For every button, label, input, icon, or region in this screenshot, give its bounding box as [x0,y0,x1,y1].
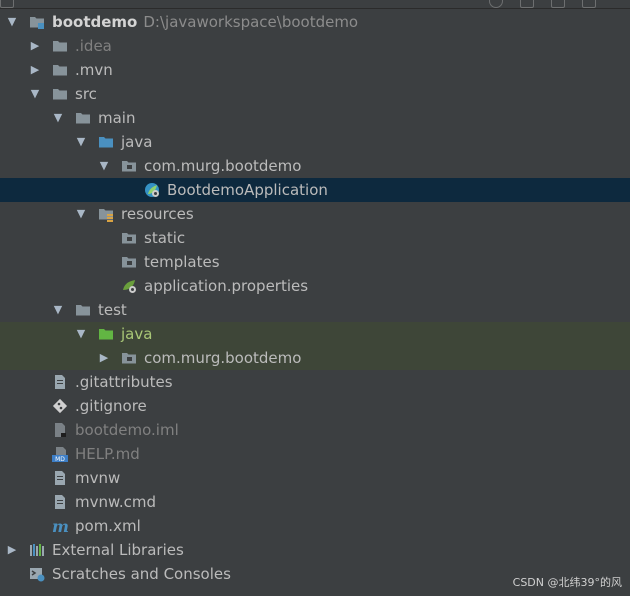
watermark: CSDN @北纬39°的风 [512,576,622,589]
tree-row-label: src [75,85,97,103]
tree-row-label: mvnw.cmd [75,493,157,511]
tree-row-package-main[interactable]: ▼ com.murg.bootdemo [0,154,630,178]
tree-row-label: .idea [75,37,112,55]
tree-row-mvnwcmd[interactable]: mvnw.cmd [0,490,630,514]
tree-row-label: java [121,133,153,151]
expand-arrow-icon[interactable]: ▼ [74,130,88,154]
module-folder-icon [29,14,45,30]
package-icon [121,230,137,246]
tree-row-label: test [98,301,127,319]
tree-row-gitignore[interactable]: .gitignore [0,394,630,418]
project-tree: ▼ bootdemo D:\javaworkspace\bootdemo ▶ .idea… [0,10,630,586]
expand-arrow-icon[interactable]: ▼ [5,10,19,34]
tree-row-java-main[interactable]: ▼ java [0,130,630,154]
package-icon [121,158,137,174]
test-folder-icon [98,326,114,342]
text-file-icon [52,374,68,390]
collapse-icon[interactable] [520,0,534,8]
collapse-arrow-icon[interactable]: ▶ [28,58,42,82]
tree-row-iml[interactable]: bootdemo.iml [0,418,630,442]
tree-row-label: HELP.md [75,445,140,463]
iml-file-icon [52,422,68,438]
resources-folder-icon [98,206,114,222]
text-file-icon [52,494,68,510]
tree-row-label: application.properties [144,277,309,295]
tree-row-label: External Libraries [52,541,184,559]
package-icon [121,254,137,270]
folder-icon [52,86,68,102]
tree-row-label: mvnw [75,469,121,487]
tree-row-label: pom.xml [75,517,141,535]
tree-row-label: .gitignore [75,397,147,415]
libraries-icon [29,542,45,558]
tree-row-label: com.murg.bootdemo [144,157,302,175]
collapse-arrow-icon[interactable]: ▶ [28,34,42,58]
tree-row-app-class[interactable]: BootdemoApplication [0,178,630,202]
settings-icon[interactable] [489,0,503,8]
hide-icon[interactable] [582,0,596,8]
tree-row-templates[interactable]: templates [0,250,630,274]
expand-arrow-icon[interactable]: ▼ [74,322,88,346]
expand-arrow-icon[interactable]: ▼ [28,82,42,106]
tree-row-mvn[interactable]: ▶ .mvn [0,58,630,82]
package-icon [121,350,137,366]
expand-arrow-icon[interactable]: ▼ [74,202,88,226]
spring-config-icon [121,278,137,294]
tree-row-gitattributes[interactable]: .gitattributes [0,370,630,394]
tree-row-src[interactable]: ▼ src [0,82,630,106]
folder-icon [75,110,91,126]
git-icon [52,398,68,414]
folder-icon [52,62,68,78]
tree-row-label: static [144,229,186,247]
folder-icon [75,302,91,318]
tree-row-test[interactable]: ▼ test [0,298,630,322]
text-file-icon [52,470,68,486]
toolbar-button[interactable] [0,0,14,8]
collapse-arrow-icon[interactable]: ▶ [5,538,19,562]
expand-arrow-icon[interactable]: ▼ [51,298,65,322]
project-path: D:\javaworkspace\bootdemo [143,13,359,31]
svg-text:MD: MD [55,456,65,462]
tree-row-resources[interactable]: ▼ resources [0,202,630,226]
tree-row-label: main [98,109,136,127]
tree-row-java-test[interactable]: ▼ java [0,322,630,346]
tree-row-label: resources [121,205,194,223]
tree-row-label: .mvn [75,61,113,79]
tree-row-label: Scratches and Consoles [52,565,231,583]
tree-row-label: java [121,325,153,343]
tree-row-pom[interactable]: m pom.xml [0,514,630,538]
maven-icon: m [52,518,68,534]
expand-arrow-icon[interactable]: ▼ [51,106,65,130]
tree-row-label: templates [144,253,220,271]
spring-class-icon [144,182,160,198]
source-folder-icon [98,134,114,150]
tree-row-help[interactable]: MD HELP.md [0,442,630,466]
tree-row-label: bootdemo.iml [75,421,179,439]
folder-icon [52,38,68,54]
tree-row-mvnw[interactable]: mvnw [0,466,630,490]
tree-row-idea[interactable]: ▶ .idea [0,34,630,58]
tree-row-label: bootdemo D:\javaworkspace\bootdemo [52,13,359,31]
tree-row-label: BootdemoApplication [167,181,328,199]
tree-row-label: com.murg.bootdemo [144,349,302,367]
expand-arrow-icon[interactable]: ▼ [97,154,111,178]
svg-text:m: m [52,518,68,534]
markdown-icon: MD [52,446,68,462]
tree-row-package-test[interactable]: ▶ com.murg.bootdemo [0,346,630,370]
tree-row-static[interactable]: static [0,226,630,250]
collapse-arrow-icon[interactable]: ▶ [97,346,111,370]
tree-row-label: .gitattributes [75,373,173,391]
tree-row-app-props[interactable]: application.properties [0,274,630,298]
gear-icon[interactable] [551,0,565,8]
toolbar-strip [0,0,630,9]
scratches-icon [29,566,45,582]
tree-row-bootdemo[interactable]: ▼ bootdemo D:\javaworkspace\bootdemo [0,10,630,34]
tree-row-ext-libs[interactable]: ▶ External Libraries [0,538,630,562]
tree-row-main[interactable]: ▼ main [0,106,630,130]
